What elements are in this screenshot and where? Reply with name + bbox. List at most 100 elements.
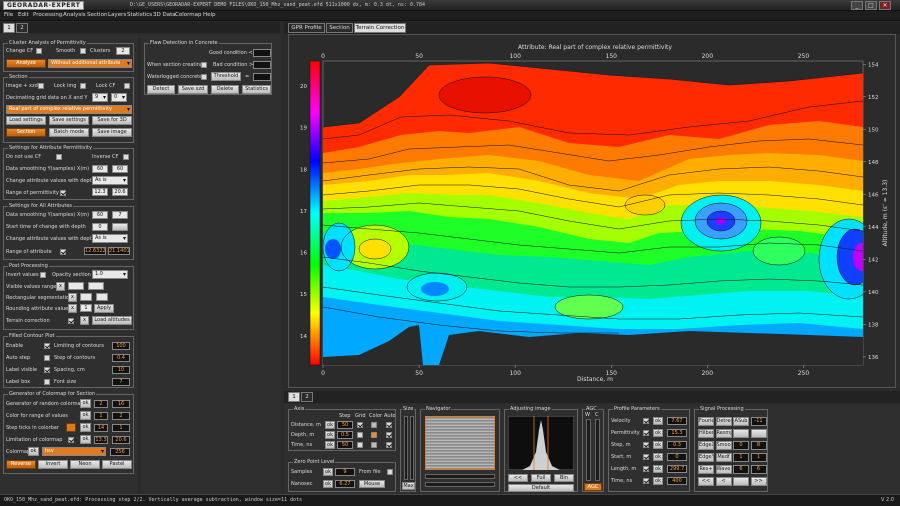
- start-time-field[interactable]: 0: [92, 223, 108, 231]
- color-range-b[interactable]: 2: [112, 412, 130, 420]
- bottom-tab-1[interactable]: 1: [288, 392, 300, 402]
- reverse-button[interactable]: Reverse: [6, 460, 36, 469]
- size-max-button[interactable]: Max: [402, 482, 415, 490]
- length-checkbox[interactable]: [643, 466, 649, 472]
- perm-range-min[interactable]: 12.3: [92, 188, 108, 196]
- axis-distance-color[interactable]: [371, 422, 377, 428]
- perm-smooth-x[interactable]: 60: [112, 165, 128, 173]
- detect-button[interactable]: Detect: [147, 85, 175, 94]
- step-ticks-ok[interactable]: ok: [80, 423, 91, 432]
- signal-cell-5-3[interactable]: >>: [750, 477, 767, 486]
- start-ok[interactable]: ok: [653, 453, 663, 461]
- signal-cell-3-3[interactable]: 1: [750, 453, 767, 462]
- menu-layers[interactable]: Layers: [108, 12, 126, 18]
- maximize-button[interactable]: □: [865, 1, 877, 10]
- rect-seg-b[interactable]: [96, 293, 108, 301]
- save-3d-button[interactable]: Save for 3D: [92, 116, 132, 125]
- axis-depth-grid[interactable]: [357, 432, 363, 438]
- random-colormap-ok[interactable]: ok: [80, 399, 91, 408]
- permittivity-ok[interactable]: ok: [653, 429, 663, 437]
- from-file-checkbox[interactable]: [387, 469, 393, 475]
- axis-depth-ok[interactable]: ok: [325, 431, 335, 439]
- clusters-field[interactable]: 2: [116, 47, 130, 55]
- terrain-checkbox[interactable]: [68, 318, 74, 324]
- permittivity-field[interactable]: 15.3: [667, 429, 687, 437]
- menu-processing[interactable]: Processing: [33, 12, 62, 18]
- menu-section[interactable]: Section: [87, 12, 107, 18]
- axis-time-grid[interactable]: [357, 442, 363, 448]
- velocity-field[interactable]: 7.67: [667, 417, 687, 425]
- label-box-checkbox[interactable]: [44, 379, 50, 385]
- nanosec-ok[interactable]: ok: [323, 480, 333, 488]
- all-smooth-x[interactable]: 7: [112, 211, 128, 219]
- font-size-field[interactable]: 7: [112, 378, 130, 386]
- enable-checkbox[interactable]: [44, 343, 50, 349]
- cluster-mode-select[interactable]: Without additional attribute: [48, 59, 132, 68]
- axis-depth-color[interactable]: [371, 432, 377, 438]
- signal-cell-2-3[interactable]: 8: [750, 441, 767, 450]
- samples-ok[interactable]: ok: [323, 468, 333, 476]
- signal-cell-5-0[interactable]: <<: [698, 477, 714, 486]
- time-ok[interactable]: ok: [653, 477, 663, 485]
- perm-range-checkbox[interactable]: [60, 190, 66, 196]
- menu-3d-data[interactable]: 3D Data: [153, 12, 176, 18]
- menu-analysis[interactable]: Analysis: [63, 12, 86, 18]
- perm-smooth-y[interactable]: 60: [92, 165, 108, 173]
- bin-button[interactable]: Bin: [554, 474, 574, 482]
- close-button[interactable]: ✕: [879, 1, 891, 10]
- axis-time-ok[interactable]: ok: [325, 441, 335, 449]
- neon-button[interactable]: Neon: [70, 460, 100, 469]
- delete-button[interactable]: Delete: [211, 85, 239, 94]
- waterlogged-checkbox[interactable]: [201, 74, 207, 80]
- visible-range-min[interactable]: [68, 282, 84, 290]
- colormap-select[interactable]: hsv: [42, 447, 106, 456]
- signal-cell-5-1[interactable]: <: [715, 477, 732, 486]
- signal-cell-0-3[interactable]: -11: [750, 417, 767, 426]
- step-contours-field[interactable]: 0.4: [112, 354, 130, 362]
- color-range-ok[interactable]: ok: [80, 411, 91, 420]
- menu-edit[interactable]: Edit: [18, 12, 29, 18]
- invert-button[interactable]: Invert: [38, 460, 68, 469]
- when-creating-checkbox[interactable]: [201, 62, 207, 68]
- color-range-a[interactable]: 1: [94, 412, 108, 420]
- all-range-min[interactable]: 12.6322: [84, 247, 106, 255]
- lock-img-checkbox[interactable]: [80, 83, 86, 89]
- menu-colormap[interactable]: Colormap: [175, 12, 201, 18]
- limit-colormap-ok[interactable]: ok: [80, 435, 91, 444]
- attribute-select[interactable]: Real part of complex relative permittivi…: [6, 105, 132, 114]
- axis-distance-grid[interactable]: [357, 422, 363, 428]
- limit-colormap-checkbox[interactable]: [68, 437, 74, 443]
- batch-mode-button[interactable]: Batch mode: [49, 128, 89, 137]
- signal-cell-4-3[interactable]: 6: [750, 465, 767, 474]
- signal-cell-0-1[interactable]: Detrend: [715, 417, 732, 426]
- axis-time-step[interactable]: 50: [337, 441, 353, 449]
- velocity-checkbox[interactable]: [643, 418, 649, 424]
- invert-values-checkbox[interactable]: [40, 272, 46, 278]
- threshold-field[interactable]: [253, 73, 271, 81]
- lock-cf-checkbox[interactable]: [124, 83, 130, 89]
- visible-range-max[interactable]: [88, 282, 104, 290]
- spacing-field[interactable]: 10: [112, 366, 130, 374]
- velocity-ok[interactable]: ok: [653, 417, 663, 425]
- samples-field[interactable]: 9: [335, 468, 355, 476]
- perm-range-max[interactable]: 20.6: [112, 188, 128, 196]
- agc-w-slider[interactable]: [586, 419, 591, 481]
- step-ticks-a[interactable]: 14: [94, 424, 108, 432]
- signal-cell-3-0[interactable]: EdgeY: [698, 453, 714, 462]
- rect-seg-x-button[interactable]: x: [68, 293, 77, 302]
- apply-button[interactable]: Apply: [94, 304, 114, 313]
- signal-cell-2-1[interactable]: Smoo: [715, 441, 732, 450]
- analyze-button[interactable]: Analyze: [6, 59, 46, 68]
- no-cf-checkbox[interactable]: [56, 154, 62, 160]
- limit-colormap-max[interactable]: 20.6: [112, 436, 130, 444]
- tab-section[interactable]: Section: [326, 23, 353, 33]
- permittivity-checkbox[interactable]: [643, 430, 649, 436]
- signal-cell-4-2[interactable]: 6: [733, 465, 749, 474]
- tab-2[interactable]: 2: [16, 23, 28, 33]
- step-field[interactable]: 0.3: [667, 441, 687, 449]
- all-change-select[interactable]: As is: [92, 234, 128, 243]
- start-field[interactable]: 0: [667, 453, 687, 461]
- start-time-apply[interactable]: [112, 223, 128, 231]
- agc-button[interactable]: AGC: [584, 483, 602, 491]
- menu-help[interactable]: Help: [203, 12, 216, 18]
